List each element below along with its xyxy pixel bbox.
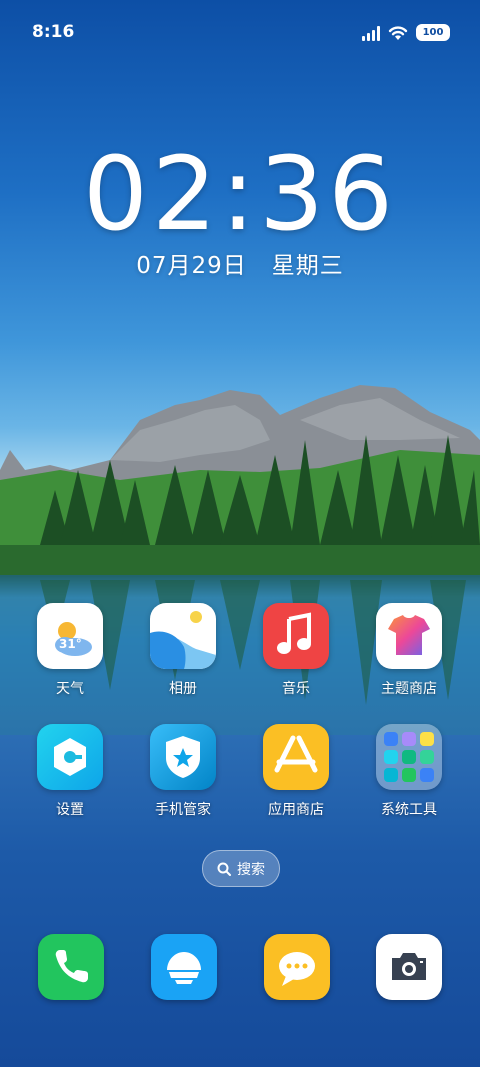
settings-icon: [37, 724, 103, 790]
app-security[interactable]: 手机管家: [135, 724, 231, 819]
app-store-icon: [263, 724, 329, 790]
lock-clock-time: 02:36: [83, 135, 397, 254]
status-time: 8:16: [32, 22, 75, 42]
app-label: 手机管家: [155, 802, 211, 818]
search-label: 搜索: [237, 861, 265, 878]
app-settings[interactable]: 设置: [22, 724, 118, 819]
app-music[interactable]: 音乐: [248, 603, 344, 698]
theme-store-icon: [376, 603, 442, 669]
app-weather[interactable]: 31° 天气: [22, 603, 118, 698]
weather-icon: 31°: [37, 603, 103, 669]
dock-messages[interactable]: [264, 934, 330, 1000]
app-label: 应用商店: [268, 802, 324, 818]
camera-icon: [392, 953, 426, 980]
app-label: 音乐: [282, 681, 310, 697]
system-tools-folder-icon: [376, 724, 442, 790]
status-bar: 8:16 100: [0, 0, 480, 66]
dock-phone[interactable]: [38, 934, 104, 1000]
wifi-icon: [388, 25, 408, 40]
app-system-tools-folder[interactable]: 系统工具: [361, 724, 457, 819]
phone-icon: [55, 950, 88, 983]
app-label: 主题商店: [381, 681, 437, 697]
date-text: 07月29日: [136, 253, 247, 279]
security-icon: [150, 724, 216, 790]
app-gallery[interactable]: 相册: [135, 603, 231, 698]
weekday-text: 星期三: [271, 253, 344, 279]
search-button[interactable]: 搜索: [202, 850, 280, 887]
status-icons: 100: [362, 24, 450, 41]
dock-browser[interactable]: [151, 934, 217, 1000]
app-label: 相册: [169, 681, 197, 697]
dock-camera[interactable]: [376, 934, 442, 1000]
app-label: 设置: [56, 802, 84, 818]
lock-clock-date: 07月29日 星期三: [0, 246, 480, 280]
app-label: 系统工具: [381, 802, 437, 818]
cellular-signal-icon: [362, 25, 380, 41]
messages-icon: [279, 952, 315, 986]
app-theme-store[interactable]: 主题商店: [361, 603, 457, 698]
search-icon: [217, 862, 231, 876]
browser-icon: [167, 952, 201, 984]
music-icon: [263, 603, 329, 669]
app-app-store[interactable]: 应用商店: [248, 724, 344, 819]
weather-temp: 31°: [59, 637, 82, 651]
gallery-icon: [150, 603, 216, 669]
battery-indicator: 100: [416, 24, 450, 41]
app-label: 天气: [56, 681, 84, 697]
